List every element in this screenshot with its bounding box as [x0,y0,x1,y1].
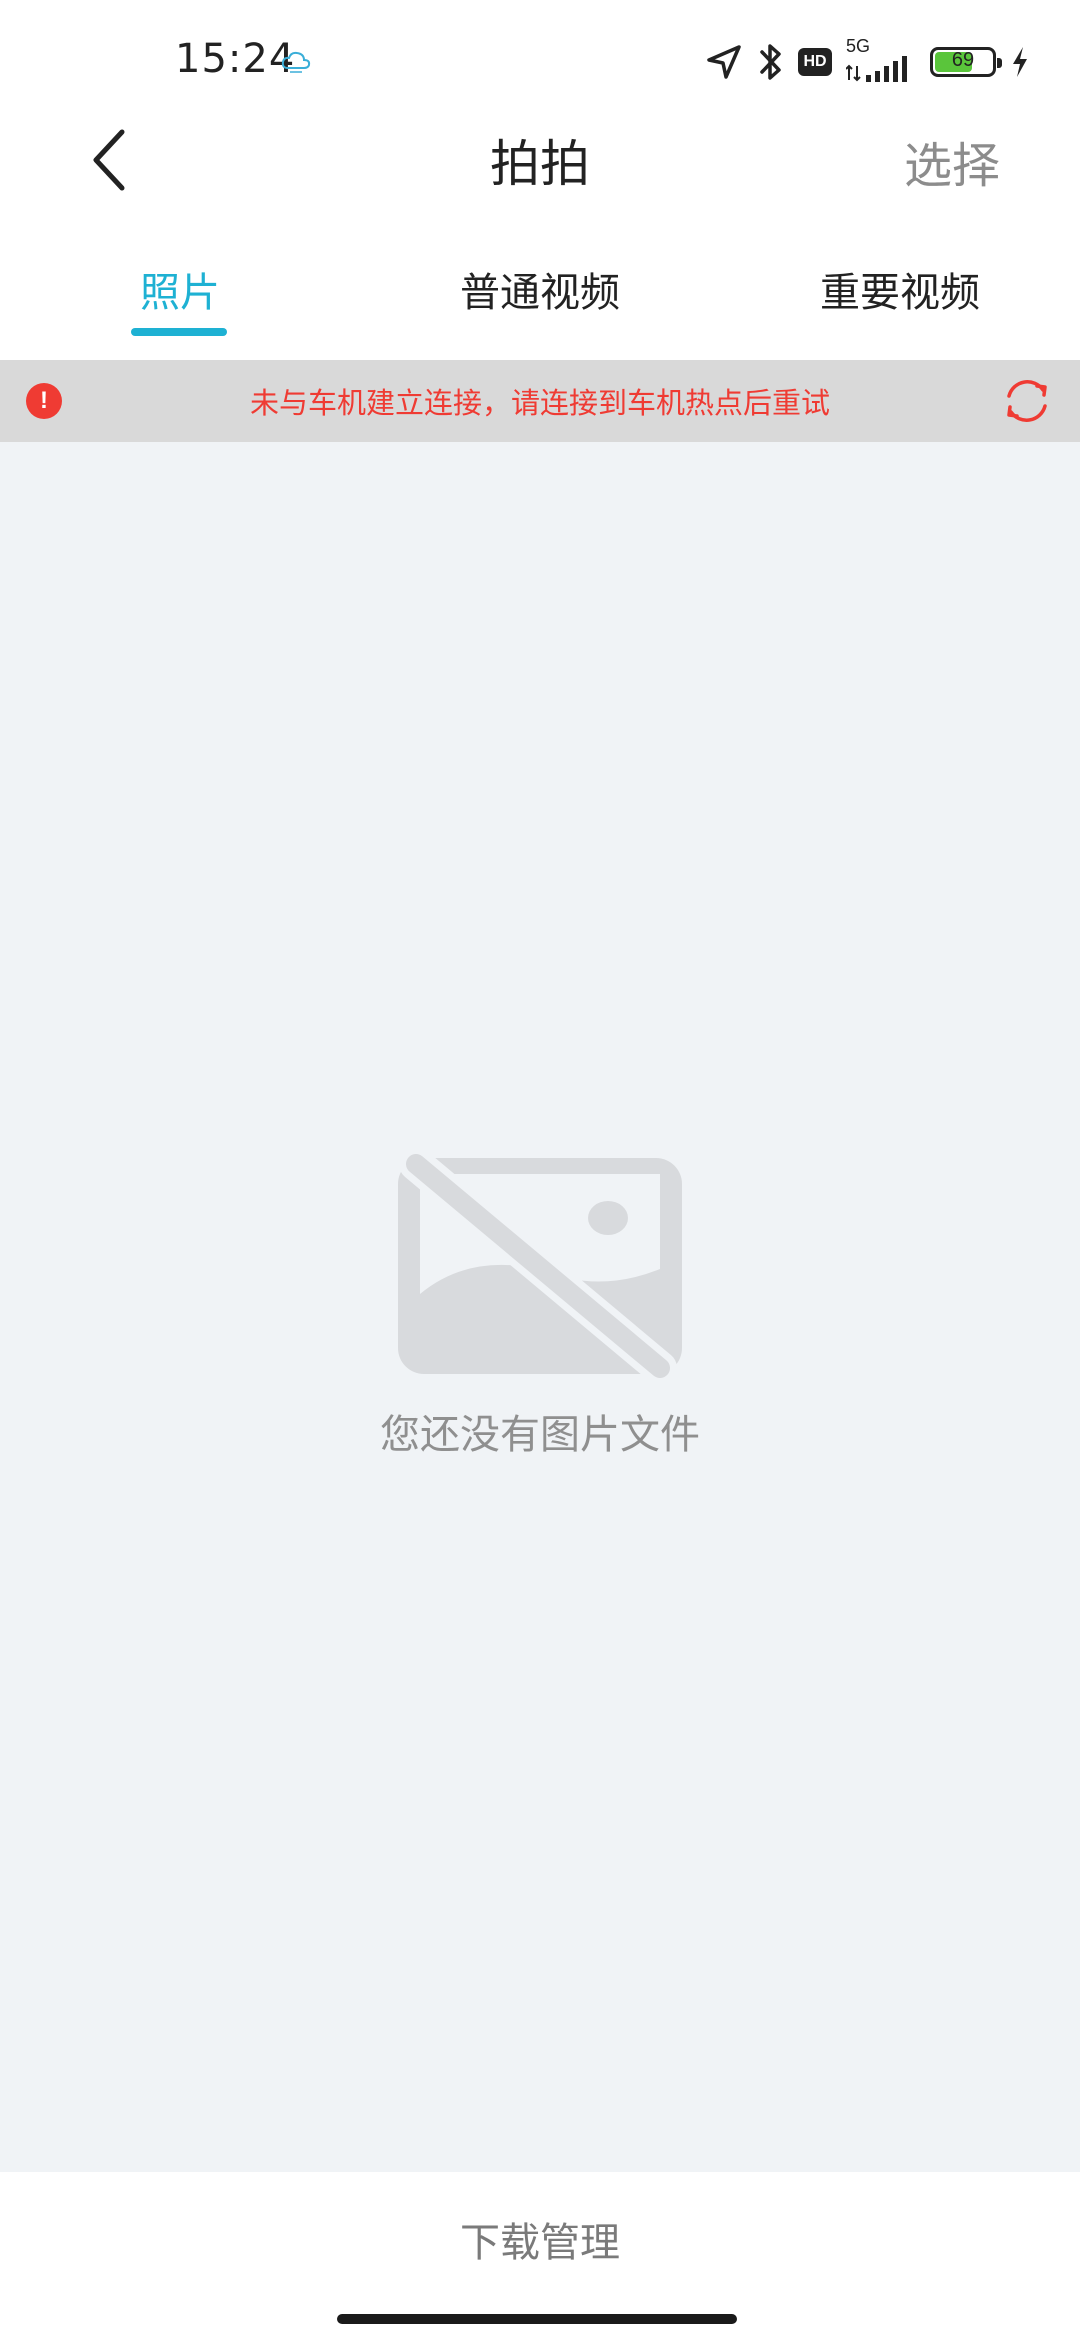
cellular-signal: 5G [846,36,916,84]
download-manager-button[interactable]: 下载管理 [0,2210,1080,2268]
charging-icon [1013,47,1027,77]
content-area: 您还没有图片文件 [0,442,1080,2172]
tab-important-videos[interactable]: 重要视频 [720,260,1080,318]
home-indicator[interactable] [337,2314,737,2324]
status-icons: HD 5G 69 [704,36,1030,86]
tab-normal-videos[interactable]: 普通视频 [360,260,720,318]
select-button[interactable]: 选择 [904,126,1000,196]
bluetooth-icon [760,44,781,80]
no-image-icon [398,1154,682,1378]
cloud-icon [281,51,311,73]
status-bar: 15:24 HD 5G 69 [0,0,1080,125]
empty-state-text: 您还没有图片文件 [380,1412,700,1458]
connection-warning-banner: ! 未与车机建立连接，请连接到车机热点后重试 [0,360,1080,442]
location-icon [707,45,741,79]
refresh-icon[interactable] [1000,374,1054,428]
tab-active-indicator [131,328,227,336]
tab-bar: 照片 普通视频 重要视频 [0,240,1080,350]
battery-tip [997,58,1002,68]
bottom-bar: 下载管理 [0,2172,1080,2340]
screen: 15:24 HD 5G 69 拍拍 选择 照片 普通视频 重要视频 ! 未与车机… [0,0,1080,2340]
signal-bars-icon [846,56,907,82]
hd-icon: HD [798,48,832,76]
battery-level: 69 [951,49,975,71]
status-time: 15:24 [175,36,296,82]
nav-bar: 拍拍 选择 [0,110,1080,210]
battery-icon: 69 [930,47,1002,77]
tab-photos[interactable]: 照片 [0,260,360,318]
connection-warning-text: 未与车机建立连接，请连接到车机热点后重试 [249,386,830,420]
